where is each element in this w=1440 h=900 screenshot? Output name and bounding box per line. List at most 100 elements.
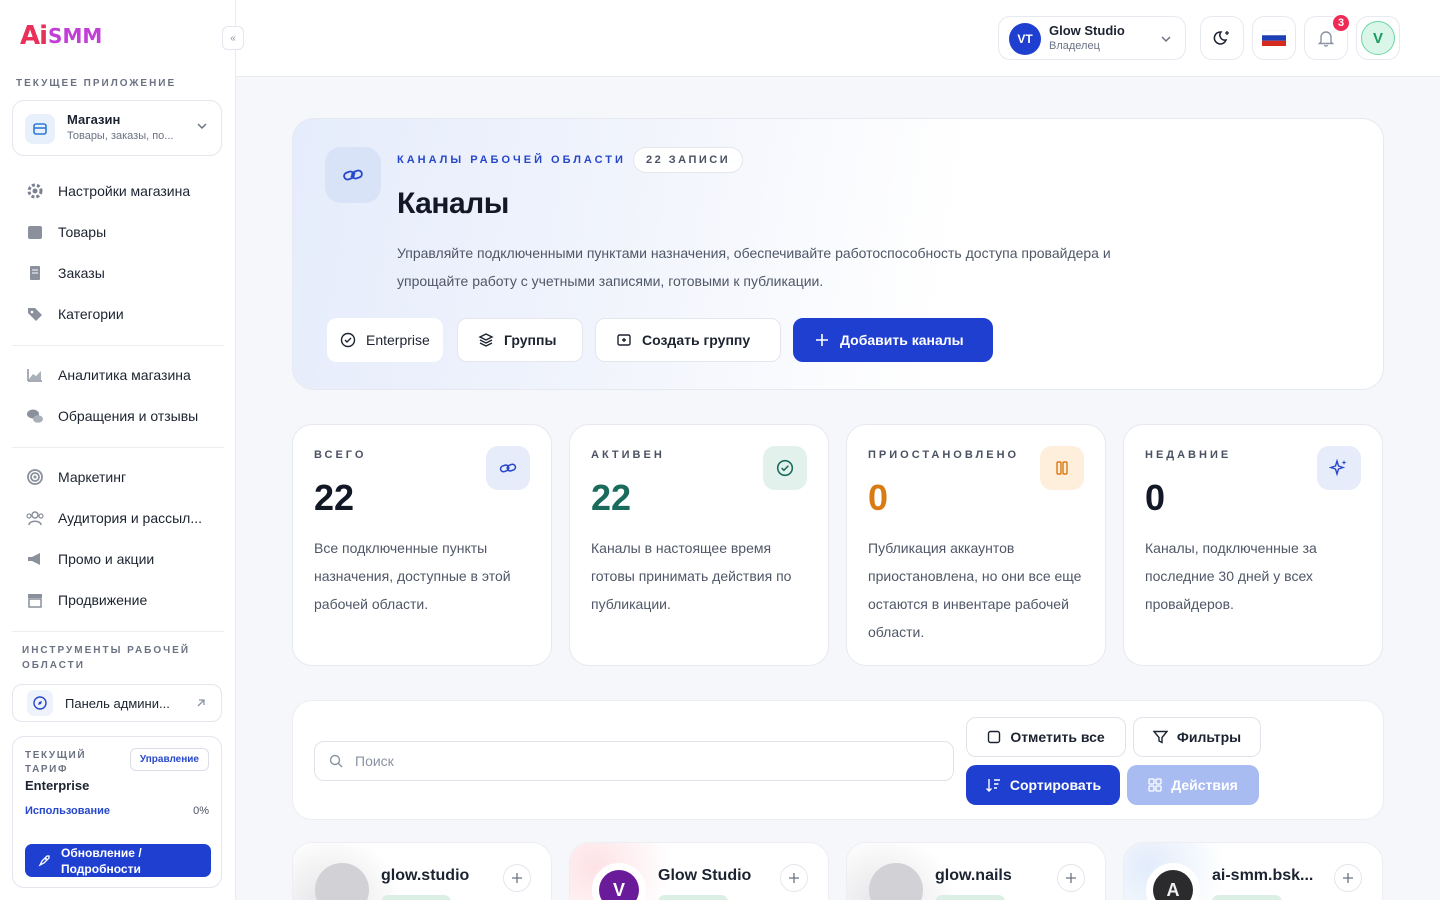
- filters-label: Фильтры: [1176, 729, 1242, 745]
- stat-card-total: ВСЕГО 22 Все подключенные пункты назначе…: [292, 424, 552, 666]
- channel-name: ai-smm.bsk...: [1212, 867, 1314, 884]
- check-circle-icon: [340, 332, 356, 348]
- admin-panel-link[interactable]: Панель админи...: [12, 684, 222, 722]
- chart-icon: [24, 364, 46, 386]
- search-input[interactable]: [355, 753, 915, 769]
- stat-value: 22: [314, 477, 355, 518]
- channel-card[interactable]: A ai-smm.bsk...: [1123, 842, 1383, 900]
- current-app-heading: ТЕКУЩЕЕ ПРИЛОЖЕНИЕ: [16, 78, 177, 89]
- page-description: Управляйте подключенными пунктами назнач…: [397, 245, 1111, 289]
- channel-avatar-initial: A: [1153, 870, 1193, 900]
- app-switcher[interactable]: Магазин Товары, заказы, по...: [12, 100, 222, 156]
- workspace-switcher[interactable]: VT Glow Studio Владелец: [998, 16, 1186, 60]
- stat-value: 22: [591, 477, 632, 518]
- groups-label: Группы: [504, 332, 557, 348]
- sidebar-item-orders[interactable]: Заказы: [24, 259, 224, 287]
- folder-plus-icon: [617, 334, 631, 346]
- sparkle-icon: [1317, 446, 1361, 490]
- workspace-tools-heading: ИНСТРУМЕНТЫ РАБОЧЕЙ ОБЛАСТИ: [22, 645, 191, 671]
- stat-card-paused: ПРИОСТАНОВЛЕНО 0 Публикация аккаунтов пр…: [846, 424, 1106, 666]
- compass-icon: [27, 690, 53, 716]
- theme-toggle-button[interactable]: [1200, 16, 1244, 60]
- sidebar-item-label: Промо и акции: [58, 551, 155, 567]
- add-to-group-button[interactable]: [1334, 864, 1362, 892]
- upgrade-button[interactable]: Обновление / Подробности: [25, 844, 211, 877]
- app-subtitle: Товары, заказы, по...: [67, 130, 174, 142]
- workspace-name: Glow Studio: [1049, 23, 1125, 38]
- plus-icon: [512, 873, 522, 883]
- add-to-group-button[interactable]: [1057, 864, 1085, 892]
- channel-card[interactable]: V Glow Studio: [569, 842, 829, 900]
- plus-icon: [789, 873, 799, 883]
- channel-card[interactable]: glow.nails: [846, 842, 1106, 900]
- layers-icon: [478, 333, 494, 347]
- plus-icon: [1066, 873, 1076, 883]
- sidebar-item-audience[interactable]: Аудитория и рассыл...: [24, 504, 224, 532]
- moon-icon: [1213, 31, 1229, 45]
- plan-card: ТЕКУЩИЙ ТАРИФ Enterprise Управление Испо…: [12, 736, 222, 888]
- create-group-label: Создать группу: [642, 332, 751, 348]
- stat-value: 0: [1145, 477, 1166, 518]
- pause-icon: [1040, 446, 1084, 490]
- records-count-chip: 22 ЗАПИСИ: [633, 147, 744, 173]
- users-icon: [24, 507, 46, 529]
- select-all-button[interactable]: Отметить все: [966, 717, 1126, 757]
- status-badge: [658, 895, 728, 900]
- notifications-button[interactable]: 3: [1304, 13, 1351, 60]
- sidebar-item-label: Маркетинг: [58, 469, 127, 485]
- usage-label: Использование: [25, 805, 111, 817]
- sidebar-item-promotion[interactable]: Продвижение: [24, 586, 224, 614]
- add-channels-label: Добавить каналы: [840, 332, 964, 348]
- plus-icon: [816, 334, 828, 346]
- sidebar-item-label: Настройки магазина: [58, 183, 191, 199]
- sort-button[interactable]: Сортировать: [966, 765, 1120, 805]
- user-menu-button[interactable]: V: [1356, 16, 1400, 60]
- rocket-icon: [38, 854, 50, 866]
- manage-plan-button[interactable]: Управление: [129, 748, 209, 771]
- search-box[interactable]: [314, 741, 954, 781]
- actions-button[interactable]: Действия: [1127, 765, 1259, 805]
- groups-button[interactable]: Группы: [457, 318, 583, 362]
- sort-label: Сортировать: [1009, 777, 1102, 793]
- sidebar-item-store-analytics[interactable]: Аналитика магазина: [24, 361, 224, 389]
- check-circle-icon: [763, 446, 807, 490]
- store-icon: [25, 114, 55, 144]
- workspace-role: Владелец: [1049, 40, 1100, 52]
- add-to-group-button[interactable]: [503, 864, 531, 892]
- sidebar-divider: [12, 631, 224, 632]
- channels-toolbar: Отметить все Фильтры Сортировать Действи…: [292, 700, 1384, 820]
- stat-card-recent: НЕДАВНИЕ 0 Каналы, подключенные за после…: [1123, 424, 1383, 666]
- add-channels-button[interactable]: Добавить каналы: [793, 318, 993, 362]
- link-icon: [486, 446, 530, 490]
- logo-smm-text: SMM: [48, 24, 103, 48]
- sidebar-item-marketing[interactable]: Маркетинг: [24, 463, 224, 491]
- add-to-group-button[interactable]: [780, 864, 808, 892]
- status-badge: [381, 895, 451, 900]
- collapse-sidebar-button[interactable]: «: [222, 26, 244, 50]
- sidebar-item-label: Заказы: [58, 265, 105, 281]
- stat-label: АКТИВЕН: [591, 449, 665, 461]
- app-logo[interactable]: Ai SMM: [20, 21, 103, 51]
- sidebar-item-products[interactable]: Товары: [24, 218, 224, 246]
- sidebar-divider: [12, 447, 224, 448]
- channel-card[interactable]: glow.studio: [292, 842, 552, 900]
- language-button[interactable]: [1252, 16, 1296, 60]
- stat-label: НЕДАВНИЕ: [1145, 449, 1232, 461]
- plan-name: Enterprise: [25, 778, 90, 793]
- plan-badge-button[interactable]: Enterprise: [327, 318, 443, 362]
- sidebar-item-store-settings[interactable]: Настройки магазина: [24, 177, 224, 205]
- topbar: VT Glow Studio Владелец 3 V: [236, 0, 1440, 77]
- megaphone-icon: [24, 548, 46, 570]
- sidebar-item-feedback[interactable]: Обращения и отзывы: [24, 402, 224, 430]
- upgrade-label: Обновление / Подробности: [61, 845, 142, 876]
- channel-name: glow.nails: [935, 867, 1012, 884]
- sidebar-item-label: Категории: [58, 306, 124, 322]
- page-title: Каналы: [397, 187, 509, 220]
- sidebar-item-promo[interactable]: Промо и акции: [24, 545, 224, 573]
- create-group-button[interactable]: Создать группу: [595, 318, 781, 362]
- select-all-label: Отметить все: [1010, 729, 1105, 745]
- channel-name: Glow Studio: [658, 867, 752, 884]
- sidebar-item-categories[interactable]: Категории: [24, 300, 224, 328]
- filters-button[interactable]: Фильтры: [1133, 717, 1261, 757]
- stat-description: Каналы, подключенные за последние 30 дне…: [1145, 540, 1317, 612]
